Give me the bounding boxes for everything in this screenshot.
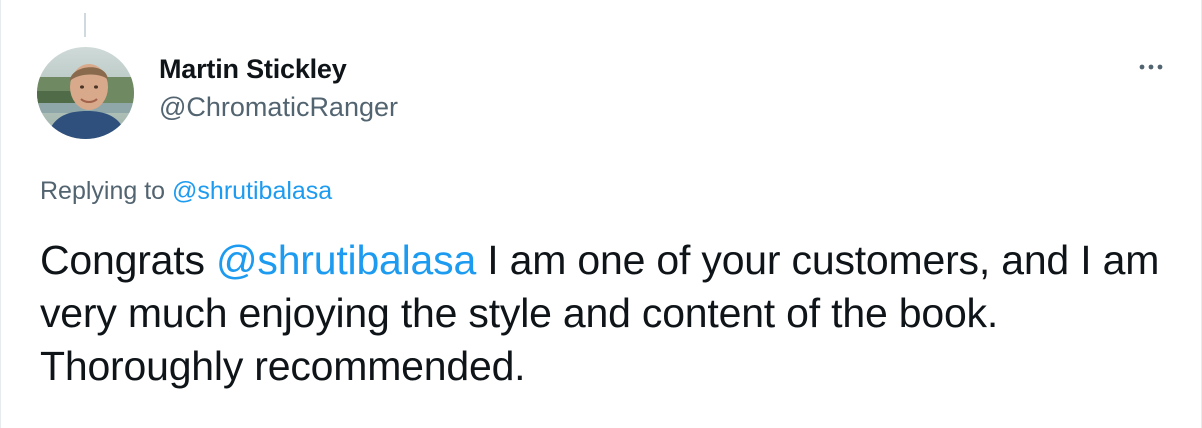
author-display-name[interactable]: Martin Stickley: [159, 52, 398, 86]
replying-to-mention-link[interactable]: @shrutibalasa: [172, 177, 332, 205]
tweet-text-before: Congrats: [40, 237, 205, 283]
more-horizontal-icon: [1139, 64, 1163, 70]
user-info: Martin Stickley @ChromaticRanger: [159, 52, 398, 124]
avatar-photo-icon: [37, 47, 134, 139]
tweet-text-after: I am one of your customers, and I am ver…: [40, 237, 1160, 389]
more-options-button[interactable]: [1131, 52, 1171, 82]
tweet-text: Congrats @shrutibalasa I am one of your …: [40, 234, 1170, 393]
replying-to: Replying to @shrutibalasa: [40, 174, 332, 208]
tweet-mention-link[interactable]: @shrutibalasa: [216, 237, 476, 283]
avatar[interactable]: [37, 47, 134, 139]
replying-to-label: Replying to: [40, 177, 166, 205]
author-handle[interactable]: @ChromaticRanger: [159, 90, 398, 124]
thread-connector-line: [84, 13, 86, 37]
tweet-card[interactable]: Martin Stickley @ChromaticRanger Replyin…: [0, 0, 1202, 428]
